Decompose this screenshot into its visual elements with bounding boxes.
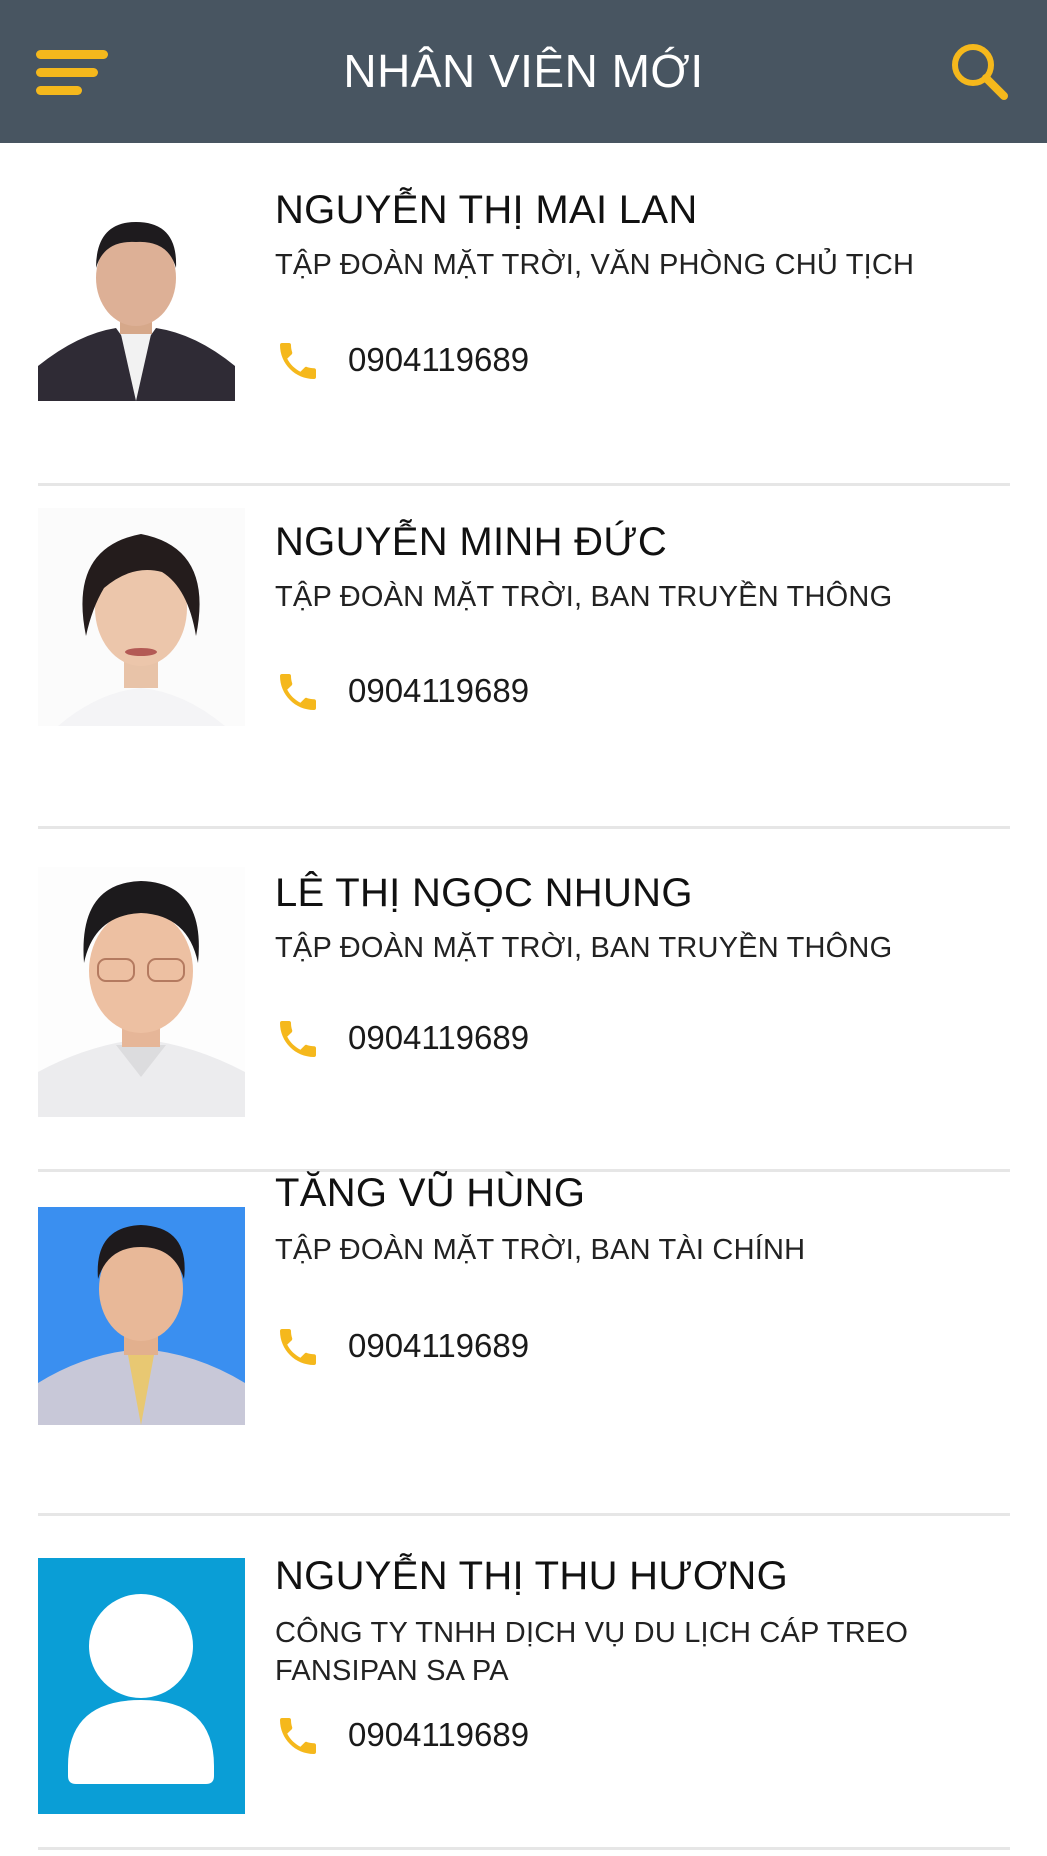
employee-phone[interactable]: 0904119689 [348,1019,529,1057]
default-user-icon [38,1558,245,1814]
employee-card[interactable]: NGUYỄN THỊ MAI LAN TẬP ĐOÀN MẶT TRỜI, VĂ… [0,143,1047,488]
employee-department: TẬP ĐOÀN MẶT TRỜI, BAN TRUYỀN THÔNG [275,581,893,613]
employee-avatar [38,867,245,1117]
employee-avatar [38,206,235,401]
employee-card[interactable]: TĂNG VŨ HÙNG TẬP ĐOÀN MẶT TRỜI, BAN TÀI … [0,1171,1047,1516]
employee-department: TẬP ĐOÀN MẶT TRỜI, VĂN PHÒNG CHỦ TỊCH [275,249,915,281]
employee-department: CÔNG TY TNHH DỊCH VỤ DU LỊCH CÁP TREO FA… [275,1617,909,1687]
phone-icon[interactable] [274,668,322,716]
employee-department: TẬP ĐOÀN MẶT TRỜI, BAN TÀI CHÍNH [275,1234,806,1266]
employee-name: TĂNG VŨ HÙNG [275,1171,586,1215]
employee-card[interactable]: LÊ THỊ NGỌC NHUNG TẬP ĐOÀN MẶT TRỜI, BAN… [0,829,1047,1172]
employee-name: NGUYỄN MINH ĐỨC [275,520,667,564]
employee-card[interactable]: NGUYỄN MINH ĐỨC TẬP ĐOÀN MẶT TRỜI, BAN T… [0,486,1047,829]
employee-phone[interactable]: 0904119689 [348,1327,529,1365]
employee-name: NGUYỄN THỊ MAI LAN [275,188,698,232]
list-divider [38,1847,1010,1850]
phone-icon[interactable] [274,1323,322,1371]
phone-icon[interactable] [274,1712,322,1760]
employee-name: NGUYỄN THỊ THU HƯƠNG [275,1554,789,1598]
phone-icon[interactable] [274,1015,322,1063]
employee-phone[interactable]: 0904119689 [348,1716,529,1754]
employee-card[interactable]: NGUYỄN THỊ THU HƯƠNG CÔNG TY TNHH DỊCH V… [0,1516,1047,1856]
employee-avatar [38,508,245,726]
employee-department: TẬP ĐOÀN MẶT TRỜI, BAN TRUYỀN THÔNG [275,932,893,964]
employee-phone[interactable]: 0904119689 [348,341,529,379]
search-icon[interactable] [948,40,1012,104]
page-title: NHÂN VIÊN MỚI [343,45,704,97]
employee-phone[interactable]: 0904119689 [348,672,529,710]
phone-icon[interactable] [274,337,322,385]
app-header: NHÂN VIÊN MỚI [0,0,1047,143]
employee-avatar [38,1207,245,1425]
employee-name: LÊ THỊ NGỌC NHUNG [275,871,693,915]
